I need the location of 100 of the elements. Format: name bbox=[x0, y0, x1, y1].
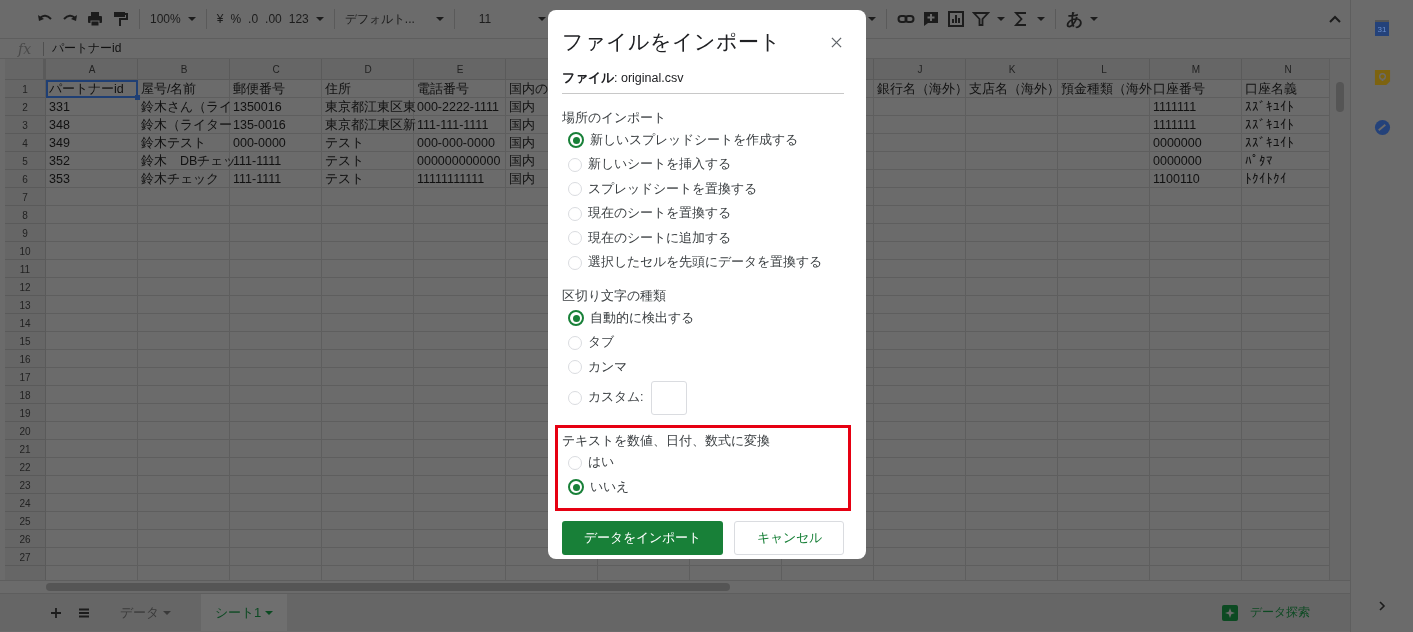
selected-cell[interactable]: パートナーid bbox=[46, 80, 138, 98]
row-header[interactable]: 9 bbox=[5, 224, 45, 242]
import-button[interactable]: データをインポート bbox=[562, 520, 724, 555]
column-header[interactable]: J bbox=[917, 63, 923, 75]
explore-button[interactable]: データ探索 bbox=[1216, 600, 1316, 625]
row-header[interactable]: 5 bbox=[5, 152, 45, 170]
radio-option[interactable]: 選択したセルを先頭にデータを置換する bbox=[562, 250, 844, 275]
custom-delimiter-field[interactable] bbox=[651, 380, 688, 415]
calendar-icon[interactable]: 31 bbox=[1375, 20, 1389, 36]
table-cell: 鈴木（ライター bbox=[141, 116, 232, 134]
decrease-decimals-button[interactable]: .0 bbox=[248, 12, 259, 26]
row-header[interactable]: 14 bbox=[5, 314, 45, 332]
table-cell: 預金種類（海外 bbox=[1061, 80, 1152, 98]
close-icon[interactable] bbox=[831, 36, 842, 48]
column-header[interactable]: B bbox=[180, 63, 188, 75]
check-circle-icon[interactable] bbox=[1373, 119, 1391, 136]
sheet-list-icon[interactable] bbox=[78, 606, 90, 619]
section-label: テキストを数値、日付、数式に変換 bbox=[562, 432, 771, 450]
caret-icon bbox=[315, 17, 324, 21]
radio-option[interactable]: 新しいスプレッドシートを作成する bbox=[562, 128, 844, 153]
radio-option[interactable]: スプレッドシートを置換する bbox=[562, 177, 844, 202]
font-select[interactable]: デフォルト... bbox=[344, 10, 415, 28]
row-header[interactable]: 2 bbox=[5, 98, 45, 116]
row-header[interactable]: 16 bbox=[5, 350, 45, 368]
collapse-icon[interactable] bbox=[1328, 14, 1342, 24]
row-header[interactable]: 15 bbox=[5, 332, 45, 350]
chart-icon[interactable] bbox=[947, 10, 965, 28]
cancel-button[interactable]: キャンセル bbox=[734, 520, 844, 555]
caret-icon bbox=[997, 17, 1005, 21]
row-header[interactable]: 19 bbox=[5, 404, 45, 422]
radio-option[interactable]: 現在のシートを置換する bbox=[562, 201, 844, 226]
input-tool-button[interactable]: あ bbox=[1066, 7, 1083, 31]
radio-option[interactable]: カンマ bbox=[562, 355, 844, 380]
radio-button[interactable] bbox=[568, 479, 584, 496]
table-cell: ｽｽﾞｷﾕｲﾄ bbox=[1245, 100, 1294, 114]
file-name: ファイル: original.csv bbox=[562, 71, 684, 85]
row-header[interactable]: 4 bbox=[5, 134, 45, 152]
row-header[interactable]: 27 bbox=[5, 548, 45, 566]
percent-button[interactable]: % bbox=[230, 12, 242, 26]
column-header[interactable]: K bbox=[1008, 63, 1016, 75]
section-label: 区切り文字の種類 bbox=[562, 288, 667, 305]
radio-option[interactable]: タブ bbox=[562, 330, 844, 355]
add-sheet-icon[interactable] bbox=[50, 606, 62, 619]
column-header[interactable]: M bbox=[1191, 63, 1201, 75]
radio-option[interactable]: 現在のシートに追加する bbox=[562, 226, 844, 251]
radio-button[interactable] bbox=[568, 310, 584, 327]
column-header[interactable]: N bbox=[1284, 63, 1292, 75]
radio-option[interactable]: いいえ bbox=[562, 475, 844, 500]
filter-icon[interactable] bbox=[972, 10, 990, 28]
radio-option[interactable]: カスタム: bbox=[562, 379, 844, 416]
row-header[interactable]: 10 bbox=[5, 242, 45, 260]
row-header[interactable]: 11 bbox=[5, 260, 45, 278]
increase-decimals-button[interactable]: .00 bbox=[265, 12, 282, 26]
row-header[interactable]: 25 bbox=[5, 512, 45, 530]
chevron-right-icon[interactable] bbox=[1378, 600, 1386, 612]
row-header[interactable]: 22 bbox=[5, 458, 45, 476]
currency-button[interactable]: ¥ bbox=[216, 12, 224, 26]
table-cell: 1111111 bbox=[1153, 118, 1197, 132]
row-header[interactable]: 20 bbox=[5, 422, 45, 440]
radio-option[interactable]: はい bbox=[562, 450, 844, 475]
row-header[interactable]: 17 bbox=[5, 368, 45, 386]
zoom-select[interactable]: 100% bbox=[150, 12, 181, 26]
radio-option[interactable]: 新しいシートを挿入する bbox=[562, 152, 844, 177]
row-header[interactable]: 23 bbox=[5, 476, 45, 494]
table-cell: 135-0016 bbox=[233, 118, 286, 132]
print-icon[interactable] bbox=[86, 10, 104, 28]
radio-button[interactable] bbox=[568, 132, 584, 149]
row-header[interactable]: 8 bbox=[5, 206, 45, 224]
column-header[interactable]: C bbox=[272, 63, 280, 75]
table-cell: 支店名（海外） bbox=[969, 80, 1060, 98]
table-cell: 352 bbox=[49, 154, 70, 168]
table-cell: 0000000 bbox=[1153, 154, 1202, 168]
row-header[interactable]: 6 bbox=[5, 170, 45, 188]
sheet-tab[interactable]: シート1 bbox=[201, 594, 288, 631]
column-header[interactable]: A bbox=[88, 63, 96, 75]
row-header[interactable]: 7 bbox=[5, 188, 45, 206]
table-cell: 鈴木テスト bbox=[141, 134, 206, 152]
row-header[interactable]: 1 bbox=[5, 80, 45, 98]
table-cell: 000-000-0000 bbox=[417, 136, 495, 150]
column-header[interactable]: D bbox=[364, 63, 372, 75]
fill-handle[interactable] bbox=[135, 95, 140, 100]
caret-icon bbox=[1037, 17, 1045, 21]
row-header[interactable]: 24 bbox=[5, 494, 45, 512]
row-header[interactable]: 12 bbox=[5, 278, 45, 296]
table-cell: ﾄｸｲﾄｸｲ bbox=[1245, 172, 1287, 186]
row-header[interactable]: 18 bbox=[5, 386, 45, 404]
add-comment-icon[interactable] bbox=[922, 10, 940, 28]
number-format-button[interactable]: 123 bbox=[288, 12, 309, 26]
column-header[interactable]: L bbox=[1101, 63, 1107, 75]
paint-format-icon[interactable] bbox=[111, 10, 129, 28]
radio-option[interactable]: 自動的に検出する bbox=[562, 306, 844, 331]
row-header[interactable]: 26 bbox=[5, 530, 45, 548]
row-header[interactable]: 3 bbox=[5, 116, 45, 134]
row-header[interactable]: 13 bbox=[5, 296, 45, 314]
font-size-select[interactable]: 11 bbox=[478, 12, 492, 26]
row-header[interactable]: 21 bbox=[5, 440, 45, 458]
table-cell: 郵便番号 bbox=[233, 80, 285, 98]
column-header[interactable]: E bbox=[456, 63, 464, 75]
table-cell: テスト bbox=[325, 152, 364, 170]
formula-field[interactable]: パートナーid bbox=[52, 40, 122, 57]
